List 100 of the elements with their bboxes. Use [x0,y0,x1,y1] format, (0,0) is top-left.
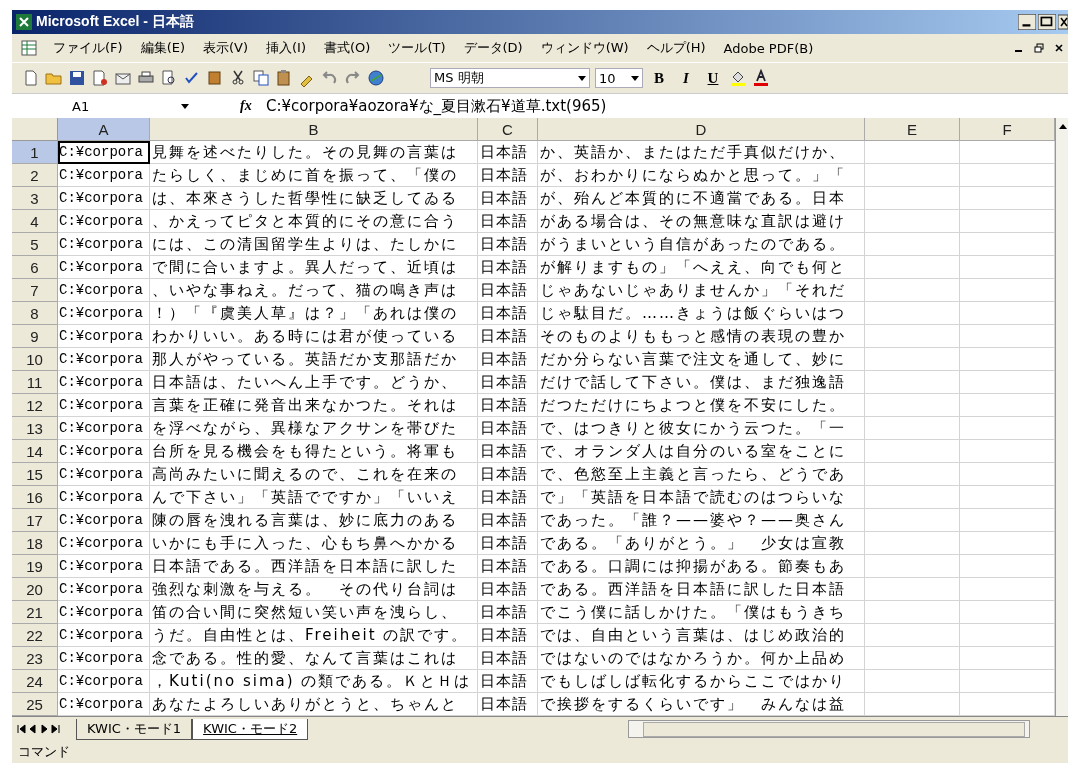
column-header[interactable]: A [58,118,150,141]
sheet-tab[interactable]: KWIC・モード2 [192,718,309,740]
row-header[interactable]: 15 [12,463,58,486]
bold-button[interactable]: B [648,67,670,89]
row-header[interactable]: 1 [12,141,58,164]
table-cell: 、いやな事ねえ。だって、猫の鳴き声は [150,279,478,302]
document-icon[interactable] [91,69,109,87]
row-header[interactable]: 8 [12,302,58,325]
table-cell: でこう僕に話しかけた。「僕はもうきち [538,601,865,624]
column-header[interactable]: B [150,118,478,141]
globe-icon[interactable] [367,69,385,87]
row-header[interactable]: 22 [12,624,58,647]
table-cell: たらしく、まじめに首を振って、「僕の [150,164,478,187]
menu-item[interactable]: 挿入(I) [257,39,315,57]
table-cell: 日本語 [478,325,538,348]
close-icon[interactable] [1054,43,1064,53]
table-cell: で、色慾至上主義と言ったら、どうであ [538,463,865,486]
table-cell: 日本語 [478,440,538,463]
fill-bucket-icon[interactable] [729,69,747,87]
table-cell: 日本語 [478,256,538,279]
row-header[interactable]: 2 [12,164,58,187]
menu-item[interactable]: ヘルプ(H) [637,39,715,57]
menu-item[interactable]: Adobe PDF(B) [714,40,823,56]
table-cell: では、自由という言葉は、はじめ政治的 [538,624,865,647]
copy-icon[interactable] [252,69,270,87]
excel-logo-icon [16,14,32,30]
font-dropdown[interactable]: MS 明朝 [430,68,590,88]
status-text: コマンド [18,743,70,761]
table-cell: 言葉を正確に発音出来なかつた。それは [150,394,478,417]
column-header[interactable]: D [538,118,865,141]
row-header[interactable]: 12 [12,394,58,417]
menu-item[interactable]: データ(D) [454,39,532,57]
table-cell: C:¥corpora [58,325,150,348]
table-cell: である。「ありがとう。」 少女は宣教 [538,532,865,555]
magnifier-icon[interactable] [160,69,178,87]
scissors-icon[interactable] [229,69,247,87]
table-cell: 日本語 [478,532,538,555]
font-color-icon[interactable] [752,69,770,87]
function-label[interactable]: fx [240,98,266,114]
menu-item[interactable]: 編集(E) [131,39,194,57]
table-cell: 日本語 [478,601,538,624]
horizontal-scrollbar[interactable] [628,720,1031,738]
row-header[interactable]: 23 [12,647,58,670]
column-header[interactable]: C [478,118,538,141]
scroll-up-arrow-icon[interactable] [1058,124,1067,129]
sheet-tab[interactable]: KWIC・モード1 [76,718,193,740]
underline-button[interactable]: U [702,67,724,89]
blank-page-icon[interactable] [22,69,40,87]
italic-button[interactable]: I [675,67,697,89]
table-cell: がある場合は、その無意味な直訳は避け [538,210,865,233]
row-header[interactable]: 24 [12,670,58,693]
row-header[interactable]: 3 [12,187,58,210]
row-header[interactable]: 21 [12,601,58,624]
formula-field[interactable]: C:¥corpora¥aozora¥な_夏目漱石¥道草.txt(965) [266,96,1068,116]
table-cell: C:¥corpora [58,348,150,371]
table-cell: がうまいという自信があったのである。 [538,233,865,256]
menu-item[interactable]: 書式(O) [315,39,380,57]
table-cell: C:¥corpora [58,371,150,394]
menu-item[interactable]: ファイル(F) [44,39,132,57]
table-cell: 日本語 [478,624,538,647]
window-title: Microsoft Excel - 日本語 [36,13,194,31]
table-cell: わかりいい。ある時には君が使っている [150,325,478,348]
row-header[interactable]: 19 [12,555,58,578]
row-header[interactable]: 25 [12,693,58,716]
row-header[interactable]: 20 [12,578,58,601]
table-cell: C:¥corpora [58,417,150,440]
row-header[interactable]: 13 [12,417,58,440]
table-cell: 日本語 [478,394,538,417]
table-cell: 日本語 [478,279,538,302]
table-cell: は、本來さうした哲學性に缺乏してゐる [150,187,478,210]
row-header[interactable]: 18 [12,532,58,555]
row-header[interactable]: 16 [12,486,58,509]
vertical-scrollbar[interactable] [1055,118,1068,716]
row-header[interactable]: 10 [12,348,58,371]
row-header[interactable]: 11 [12,371,58,394]
row-header[interactable]: 5 [12,233,58,256]
minimize-icon[interactable] [1018,14,1036,30]
table-cell: だか分らない言葉で注文を通して、妙に [538,348,865,371]
row-header[interactable]: 7 [12,279,58,302]
menu-item[interactable]: 表示(V) [194,39,258,57]
column-header[interactable]: F [960,118,1055,141]
font-size-dropdown[interactable]: 10 [595,68,643,88]
row-header[interactable]: 17 [12,509,58,532]
table-cell: 日本語 [478,348,538,371]
table-cell: 日本語 [478,302,538,325]
close-icon[interactable] [1058,14,1068,30]
row-header[interactable]: 4 [12,210,58,233]
restore-icon[interactable] [1034,43,1044,53]
row-header[interactable]: 9 [12,325,58,348]
menu-item[interactable]: ウィンドウ(W) [531,39,638,57]
table-cell: 強烈な刺激を与える。 その代り台詞は [150,578,478,601]
maximize-icon[interactable] [1038,14,1056,30]
table-cell: んで下さい」「英語でですか」「いいえ [150,486,478,509]
clipboard-icon[interactable] [275,69,293,87]
row-header[interactable]: 6 [12,256,58,279]
table-cell: 日本語 [478,647,538,670]
column-header[interactable]: E [865,118,960,141]
menu-item[interactable]: ツール(T) [379,39,455,57]
table-cell: 日本語 [478,141,538,164]
row-header[interactable]: 14 [12,440,58,463]
